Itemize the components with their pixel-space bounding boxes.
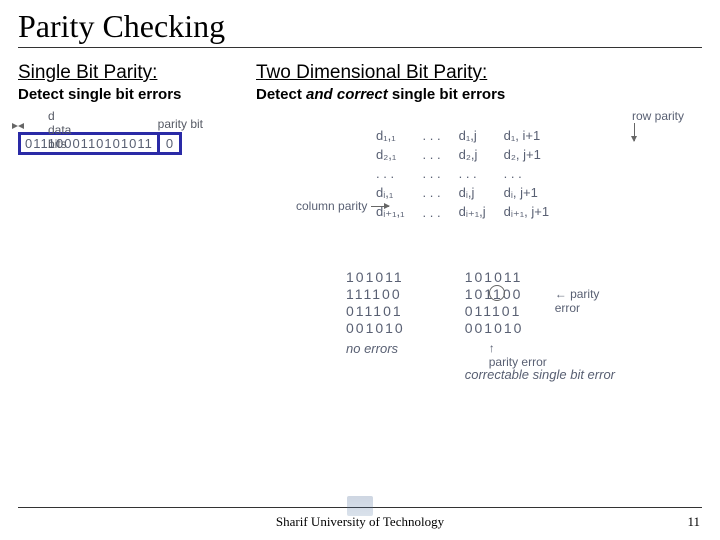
single-bit-desc: Detect single bit errors (18, 86, 228, 103)
university-logo-icon (347, 496, 373, 516)
desc-em: and correct (306, 86, 388, 103)
no-errors-caption: no errors (346, 341, 405, 356)
parity-examples: 101011 111100 011101 001010 no errors 10… (346, 269, 702, 382)
footer-text: Sharif University of Technology (0, 514, 720, 530)
page-number: 11 (687, 514, 700, 530)
data-bits-label: d data bits (48, 109, 71, 151)
single-bit-section: Single Bit Parity: Detect single bit err… (18, 62, 228, 382)
col-parity-error-label: ↑parity error (489, 341, 547, 369)
single-bit-figure: d data bits parity bit 0111000110101011 … (18, 119, 228, 155)
data-bits-box: 0111000110101011 (18, 132, 157, 155)
column-parity-label: column parity (296, 199, 389, 213)
single-bit-heading: Single Bit Parity: (18, 62, 228, 84)
desc-pre: Detect (256, 86, 306, 103)
row-parity-error-label: ← parity error (555, 287, 615, 315)
correctable-caption: correctable single bit error (465, 367, 615, 382)
desc-post: single bit errors (388, 86, 506, 103)
row-parity-label: row parity (632, 109, 684, 144)
example-no-errors: 101011 111100 011101 001010 no errors (346, 269, 405, 382)
two-d-desc: Detect and correct single bit errors (256, 86, 702, 103)
example-with-error: 101011 101100 011101 001010 ← parity err… (465, 269, 615, 382)
parity-bit-label: parity bit (158, 119, 203, 130)
slide-title: Parity Checking (18, 8, 702, 48)
error-circle-icon (489, 285, 505, 301)
parity-matrix: row parity d₁,₁. . .d₁,jd₁, i+1 d₂,₁. . … (256, 119, 702, 269)
two-d-section: Two Dimensional Bit Parity: Detect and c… (256, 62, 702, 382)
two-d-heading: Two Dimensional Bit Parity: (256, 62, 702, 84)
parity-bit-box: 0 (157, 132, 182, 155)
